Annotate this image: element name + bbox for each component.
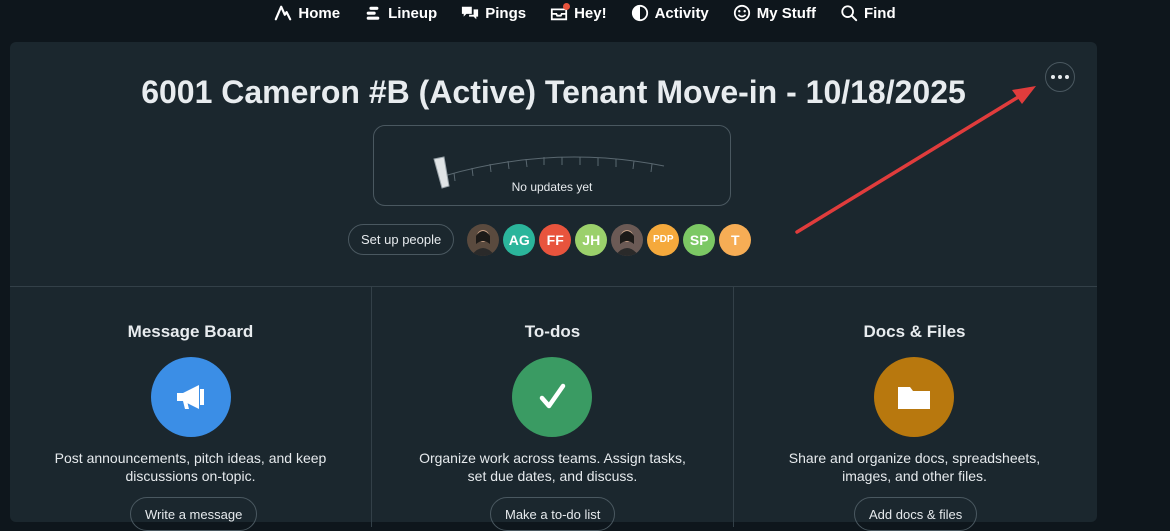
annotation-arrow [795,86,1036,234]
